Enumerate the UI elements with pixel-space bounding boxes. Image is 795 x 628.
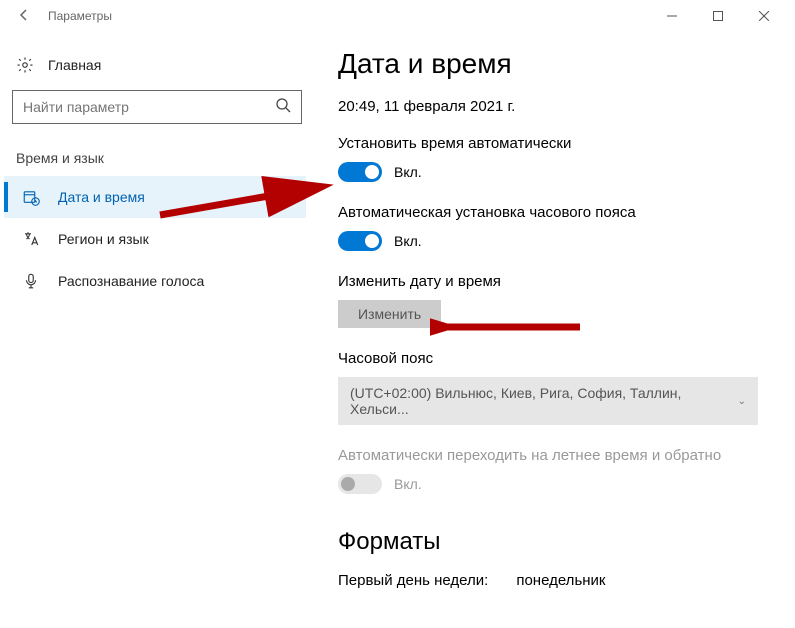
microphone-icon	[22, 272, 40, 290]
first-day-value: понедельник	[516, 572, 605, 589]
dst-state: Вкл.	[394, 476, 422, 492]
back-button[interactable]	[8, 8, 40, 25]
sidebar-item-label: Дата и время	[58, 189, 145, 205]
sidebar: Главная Время и язык Дата и время Регион…	[0, 32, 310, 628]
timezone-value: (UTC+02:00) Вильнюс, Киев, Рига, София, …	[350, 385, 738, 417]
sidebar-item-label: Регион и язык	[58, 231, 149, 247]
timezone-dropdown[interactable]: (UTC+02:00) Вильнюс, Киев, Рига, София, …	[338, 377, 758, 425]
auto-time-label: Установить время автоматически	[338, 135, 767, 152]
timezone-label: Часовой пояс	[338, 350, 767, 367]
search-input-wrapper[interactable]	[12, 90, 302, 124]
close-button[interactable]	[741, 0, 787, 32]
dst-label: Автоматически переходить на летнее время…	[338, 447, 767, 464]
formats-title: Форматы	[338, 528, 767, 556]
sidebar-item-datetime[interactable]: Дата и время	[4, 176, 306, 218]
change-datetime-label: Изменить дату и время	[338, 273, 767, 290]
chevron-down-icon: ⌄	[738, 396, 746, 407]
sidebar-item-label: Распознавание голоса	[58, 273, 204, 289]
language-icon	[22, 230, 40, 248]
auto-tz-state: Вкл.	[394, 233, 422, 249]
current-datetime: 20:49, 11 февраля 2021 г.	[338, 98, 767, 115]
page-title: Дата и время	[338, 48, 767, 80]
auto-time-state: Вкл.	[394, 164, 422, 180]
calendar-clock-icon	[22, 188, 40, 206]
gear-icon	[16, 56, 34, 74]
first-day-label: Первый день недели:	[338, 572, 488, 589]
change-button[interactable]: Изменить	[338, 300, 441, 328]
sidebar-item-speech[interactable]: Распознавание голоса	[4, 260, 306, 302]
auto-tz-label: Автоматическая установка часового пояса	[338, 204, 767, 221]
home-nav[interactable]: Главная	[4, 48, 306, 82]
sidebar-item-region[interactable]: Регион и язык	[4, 218, 306, 260]
home-label: Главная	[48, 57, 101, 73]
dst-toggle	[338, 474, 382, 494]
sidebar-section-label: Время и язык	[16, 150, 306, 166]
auto-time-toggle[interactable]	[338, 162, 382, 182]
titlebar: Параметры	[0, 0, 795, 32]
window-title: Параметры	[48, 9, 112, 23]
search-icon	[275, 97, 291, 118]
search-input[interactable]	[23, 99, 275, 115]
auto-tz-toggle[interactable]	[338, 231, 382, 251]
first-day-row: Первый день недели: понедельник	[338, 572, 767, 589]
main-panel: Дата и время 20:49, 11 февраля 2021 г. У…	[310, 32, 795, 628]
minimize-button[interactable]	[649, 0, 695, 32]
maximize-button[interactable]	[695, 0, 741, 32]
